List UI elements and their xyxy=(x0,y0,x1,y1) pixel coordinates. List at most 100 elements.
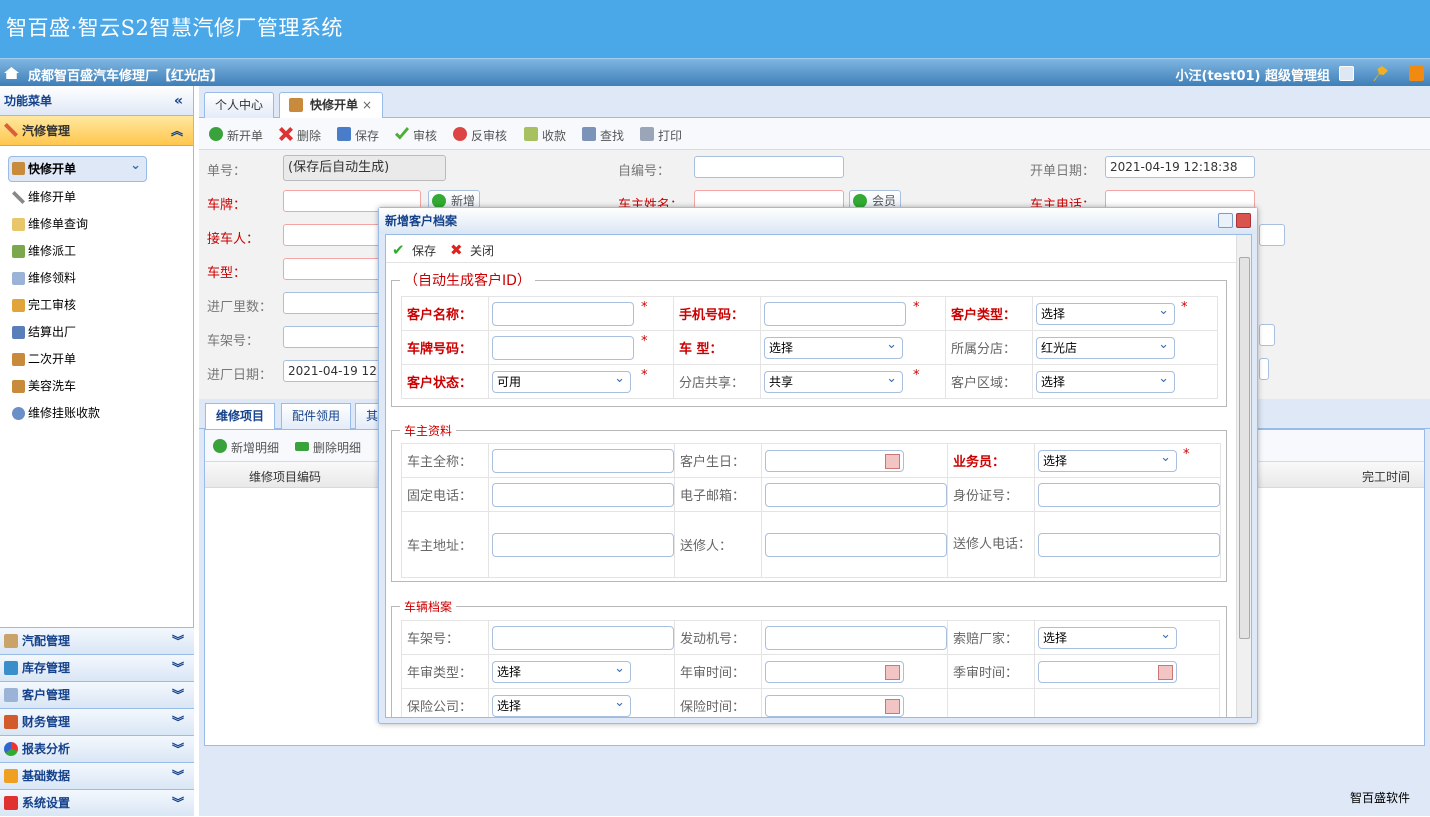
approve-button[interactable]: 审核 xyxy=(395,127,437,144)
season-time-input[interactable] xyxy=(1038,660,1177,683)
menu-item-credit[interactable]: 维修挂账收款 xyxy=(0,400,193,427)
menu-item-reopen[interactable]: 二次开单 xyxy=(0,346,193,373)
vin-input[interactable] xyxy=(492,625,674,650)
delete-detail-button[interactable]: 删除明细 xyxy=(295,439,361,456)
tab-repair-items[interactable]: 维修项目 xyxy=(205,403,276,429)
find-button[interactable]: 查找 xyxy=(582,127,624,144)
chevron-up-icon[interactable]: ︽ xyxy=(171,116,183,146)
section-system[interactable]: 系统设置 ︾ xyxy=(0,789,194,816)
region-select[interactable]: 选择 xyxy=(1036,369,1175,393)
customer-name-input[interactable] xyxy=(492,301,634,326)
engine-input[interactable] xyxy=(765,625,947,650)
menu-item-repair-order[interactable]: 维修开单 xyxy=(0,184,193,211)
self-no-field[interactable] xyxy=(694,156,844,178)
status-select[interactable]: 可用 xyxy=(492,369,631,393)
section-label: 库存管理 xyxy=(22,661,71,675)
required-mark: * xyxy=(641,368,648,383)
section-basedata[interactable]: 基础数据 ︾ xyxy=(0,762,194,789)
close-icon[interactable]: × xyxy=(362,98,372,112)
email-input[interactable] xyxy=(765,482,947,507)
chevron-down-icon[interactable]: ︾ xyxy=(172,790,184,817)
menu-item-material[interactable]: 维修领料 xyxy=(0,265,193,292)
sender-phone-input[interactable] xyxy=(1038,532,1220,557)
section-repair[interactable]: 汽修管理 ︽ xyxy=(0,116,193,146)
idcard-input[interactable] xyxy=(1038,482,1220,507)
chevron-down-icon[interactable]: ︾ xyxy=(172,763,184,790)
tab-quick-order[interactable]: 快修开单 × xyxy=(279,92,384,118)
address-input[interactable] xyxy=(492,532,674,557)
hidden-field-edge[interactable] xyxy=(1259,324,1275,346)
chevron-down-icon[interactable]: ︾ xyxy=(172,682,184,709)
phone-input[interactable] xyxy=(492,482,674,507)
home-icon[interactable] xyxy=(4,67,19,79)
idcard-label: 身份证号： xyxy=(947,477,1035,512)
birthday-date-input[interactable] xyxy=(765,449,904,472)
season-time-label: 季审时间： xyxy=(947,654,1035,689)
car-model-select[interactable]: 选择 xyxy=(764,335,903,359)
button-label: 查找 xyxy=(600,129,625,143)
add-detail-button[interactable]: 新增明细 xyxy=(213,439,279,456)
profile-icon[interactable] xyxy=(1339,66,1354,81)
full-name-input[interactable] xyxy=(492,448,674,473)
customer-dialog: 新增客户档案 ✔ 保存 ✖ 关闭 （自动生成客户ID） 客户名称： * 手机号码： … xyxy=(378,207,1258,724)
tab-personal-center[interactable]: 个人中心 xyxy=(204,92,275,118)
section-parts[interactable]: 汽配管理 ︾ xyxy=(0,627,194,654)
menu-item-repair-query[interactable]: 维修单查询 xyxy=(0,211,193,238)
section-report[interactable]: 报表分析 ︾ xyxy=(0,735,194,762)
menu-item-carwash[interactable]: 美容洗车 xyxy=(0,373,193,400)
inspect-time-input[interactable] xyxy=(765,660,904,683)
menu-item-audit[interactable]: 完工审核 xyxy=(0,292,193,319)
menu-item-dispatch[interactable]: 维修派工 xyxy=(0,238,193,265)
section-customer[interactable]: 客户管理 ︾ xyxy=(0,681,194,708)
chevron-down-icon[interactable]: ︾ xyxy=(172,628,184,655)
dispatch-icon xyxy=(12,245,25,258)
menu-item-quick-order[interactable]: 快修开单 xyxy=(8,154,147,182)
hidden-select-edge[interactable] xyxy=(1259,224,1285,246)
dialog-close-button[interactable]: ✖ 关闭 xyxy=(450,241,494,259)
new-order-button[interactable]: 新开单 xyxy=(209,127,263,144)
menu-label: 美容洗车 xyxy=(28,379,77,393)
button-label: 保存 xyxy=(412,244,437,258)
menu-item-checkout[interactable]: 结算出厂 xyxy=(0,319,193,346)
chevron-down-icon[interactable]: ︾ xyxy=(172,736,184,763)
button-label: 会员 xyxy=(872,194,897,208)
section-stock[interactable]: 库存管理 ︾ xyxy=(0,654,194,681)
close-icon[interactable] xyxy=(1236,213,1251,228)
save-button[interactable]: 保存 xyxy=(337,127,379,144)
chevron-down-icon[interactable]: ︾ xyxy=(172,655,184,682)
order-icon xyxy=(12,380,25,393)
salesman-select[interactable]: 选择 xyxy=(1038,448,1177,472)
car-model-label: 车 型： xyxy=(673,330,761,365)
printer-icon xyxy=(640,127,654,141)
scroll-thumb[interactable] xyxy=(1239,257,1250,639)
logout-icon[interactable] xyxy=(1409,66,1424,81)
insurer-select[interactable]: 选择 xyxy=(492,693,631,717)
customer-type-select[interactable]: 选择 xyxy=(1036,301,1175,325)
vehicle-legend: 车辆档案 xyxy=(400,598,457,615)
tab-parts[interactable]: 配件领用 xyxy=(281,403,352,429)
insure-time-input[interactable] xyxy=(765,694,904,717)
inspect-type-select[interactable]: 选择 xyxy=(492,659,631,683)
share-select[interactable]: 共享 xyxy=(764,369,903,393)
mobile-input[interactable] xyxy=(764,301,906,326)
share-label: 分店共享： xyxy=(673,364,761,399)
collect-button[interactable]: 收款 xyxy=(524,127,566,144)
open-date-field[interactable]: 2021-04-19 12:18:38 xyxy=(1105,156,1255,178)
section-finance[interactable]: 财务管理 ︾ xyxy=(0,708,194,735)
branch-select[interactable]: 红光店 xyxy=(1036,335,1175,359)
chevron-down-icon[interactable]: ︾ xyxy=(172,709,184,736)
person-icon xyxy=(12,407,25,420)
claim-select[interactable]: 选择 xyxy=(1038,625,1177,649)
maximize-icon[interactable] xyxy=(1218,213,1233,228)
dialog-save-button[interactable]: ✔ 保存 xyxy=(392,241,437,259)
plate-no-input[interactable] xyxy=(492,335,634,360)
dialog-scrollbar[interactable] xyxy=(1236,235,1251,717)
collapse-icon[interactable]: « xyxy=(174,86,183,116)
key-icon[interactable] xyxy=(1373,66,1388,81)
vehicle-info-group: 车辆档案 车架号： 发动机号： 索赔厂家： 选择 年审类型： 选择 年审时间： … xyxy=(391,598,1227,717)
delete-button[interactable]: 删除 xyxy=(279,127,321,144)
sender-input[interactable] xyxy=(765,532,947,557)
unapprove-button[interactable]: 反审核 xyxy=(453,127,507,144)
hidden-field-edge2[interactable] xyxy=(1259,358,1269,380)
print-button[interactable]: 打印 xyxy=(640,127,682,144)
